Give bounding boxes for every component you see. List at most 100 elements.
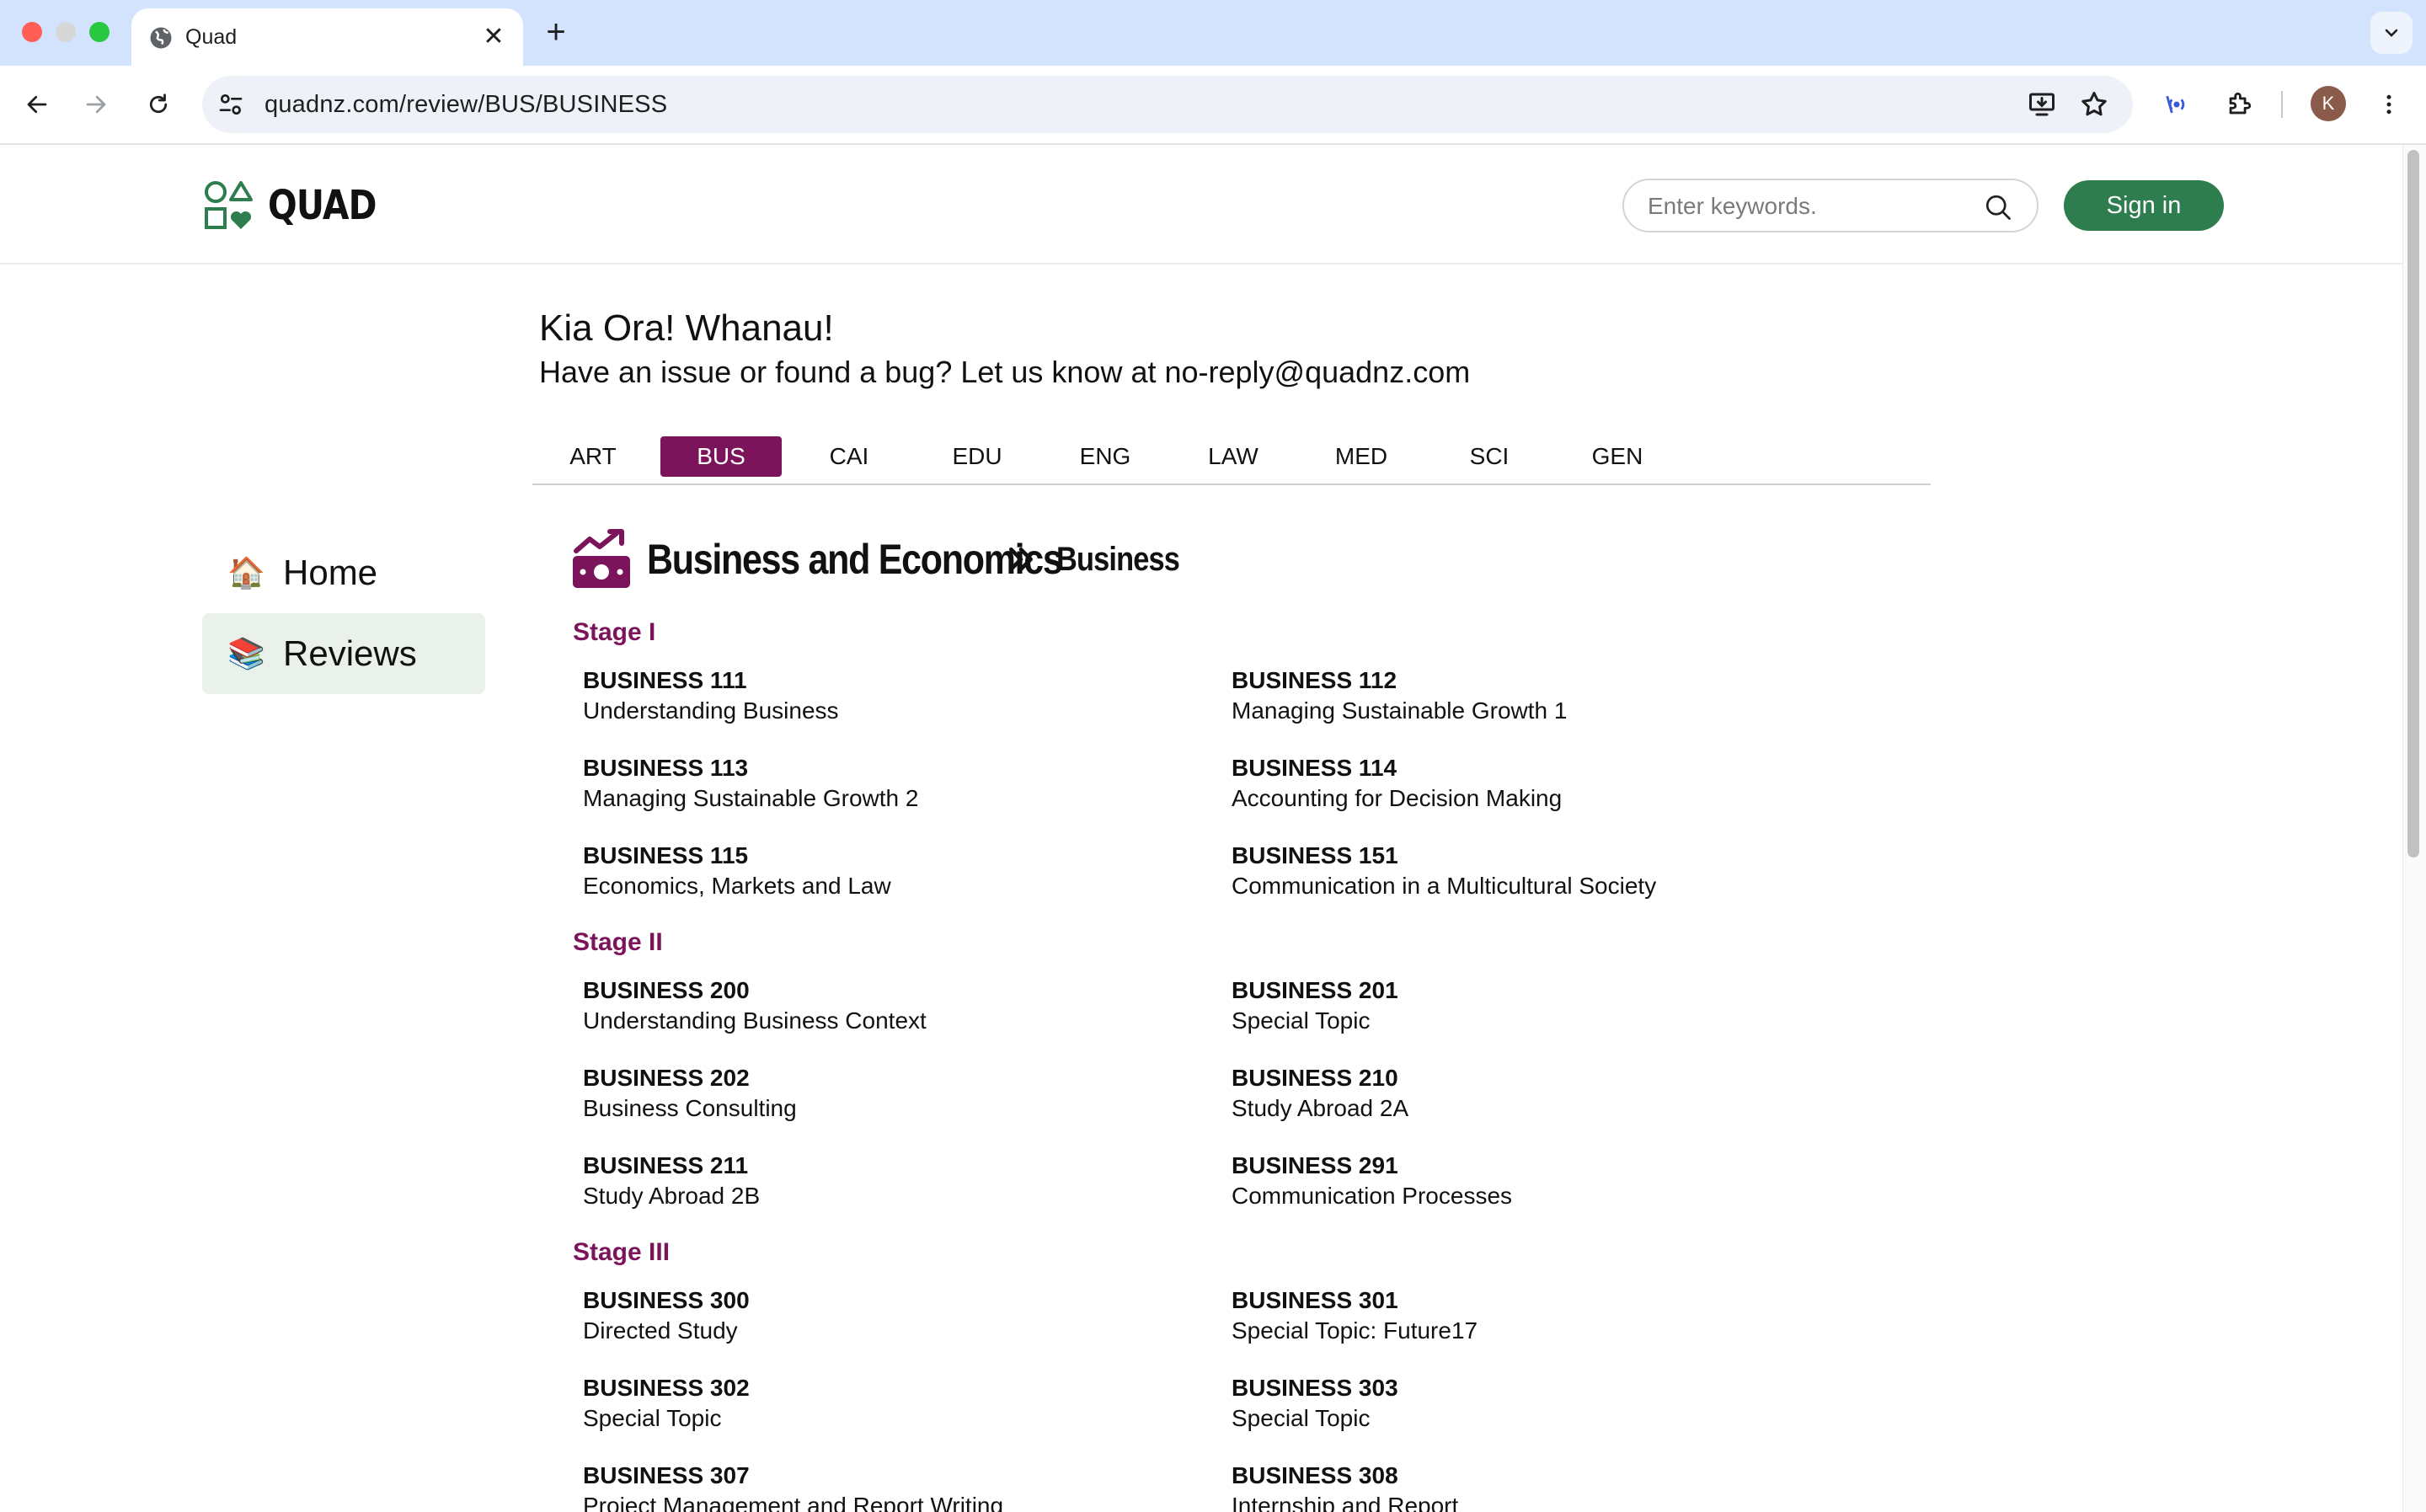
course-name: Business Consulting	[583, 1095, 797, 1121]
course-code: BUSINESS 112	[1232, 667, 1397, 693]
books-icon: 📚	[227, 636, 265, 671]
tab-title: Quad	[185, 25, 238, 49]
sidebar-item-label: Home	[283, 553, 378, 592]
stage-title: Stage II	[573, 928, 663, 956]
course-name: Accounting for Decision Making	[1232, 785, 1563, 811]
tab-law[interactable]: LAW	[1173, 436, 1294, 477]
sidebar-item-home[interactable]: 🏠 Home	[202, 532, 485, 613]
faculty-tabs: ART BUS CAI EDU ENG LAW MED SCI GEN	[532, 436, 1931, 485]
tab-edu[interactable]: EDU	[916, 436, 1038, 477]
scrollbar-thumb[interactable]	[2407, 150, 2419, 858]
course-item[interactable]: BUSINESS 307 Project Management and Repo…	[583, 1461, 1223, 1512]
course-name: Communication Processes	[1232, 1183, 1513, 1209]
course-code: BUSINESS 301	[1232, 1287, 1398, 1313]
site-logo[interactable]: QUAD	[202, 179, 395, 232]
course-item[interactable]: BUSINESS 201 Special Topic	[1232, 975, 1872, 1036]
course-item[interactable]: BUSINESS 302 Special Topic	[583, 1373, 1223, 1434]
course-name: Understanding Business Context	[583, 1007, 927, 1034]
tab-med[interactable]: MED	[1301, 436, 1422, 477]
close-tab-icon[interactable]: ✕	[479, 22, 508, 51]
tab-eng[interactable]: ENG	[1045, 436, 1166, 477]
breadcrumb-faculty[interactable]: Business and Economics	[647, 535, 1063, 584]
reload-icon	[149, 93, 168, 114]
reload-button[interactable]	[138, 84, 179, 125]
window-zoom-button[interactable]	[89, 22, 110, 42]
more-vertical-icon	[2386, 94, 2391, 115]
tab-cai[interactable]: CAI	[788, 436, 910, 477]
sign-in-button[interactable]: Sign in	[2064, 180, 2224, 231]
new-tab-icon[interactable]: +	[539, 13, 573, 51]
browser-toolbar: quadnz.com/review/BUS/BUSINESS K	[0, 66, 2426, 145]
course-name: Special Topic	[1232, 1007, 1371, 1034]
install-app-icon[interactable]	[2027, 89, 2057, 120]
course-code: BUSINESS 114	[1232, 755, 1397, 781]
greeting-subtitle: Have an issue or found a bug? Let us kno…	[539, 355, 1471, 389]
course-item[interactable]: BUSINESS 210 Study Abroad 2A	[1232, 1063, 1872, 1124]
tab-bus[interactable]: BUS	[660, 436, 782, 477]
course-item[interactable]: BUSINESS 112 Managing Sustainable Growth…	[1232, 665, 1872, 726]
course-code: BUSINESS 201	[1232, 977, 1398, 1003]
browser-tab[interactable]: Quad ✕	[131, 8, 523, 66]
window-minimize-button[interactable]	[56, 22, 76, 42]
course-code: BUSINESS 211	[583, 1152, 749, 1178]
sidebar: 🏠 Home 📚 Reviews	[202, 532, 485, 694]
course-code: BUSINESS 200	[583, 977, 750, 1003]
course-item[interactable]: BUSINESS 202 Business Consulting	[583, 1063, 1223, 1124]
site-settings-icon[interactable]	[217, 91, 244, 118]
tab-search-button[interactable]	[2370, 12, 2413, 54]
back-button[interactable]	[17, 84, 57, 125]
profile-avatar[interactable]: K	[2311, 86, 2346, 121]
tab-gen[interactable]: GEN	[1557, 436, 1678, 477]
sidebar-item-label: Reviews	[283, 633, 417, 673]
chevron-down-icon	[2385, 29, 2398, 37]
puzzle-icon	[2229, 92, 2252, 115]
search-input[interactable]	[1648, 190, 1968, 222]
course-code: BUSINESS 291	[1232, 1152, 1398, 1178]
arrow-left-icon	[27, 95, 47, 114]
course-name: Understanding Business	[583, 697, 839, 724]
search-box	[1622, 179, 2039, 232]
course-code: BUSINESS 303	[1232, 1375, 1398, 1401]
url-text: quadnz.com/review/BUS/BUSINESS	[265, 91, 668, 118]
course-item[interactable]: BUSINESS 211 Study Abroad 2B	[583, 1151, 1223, 1211]
course-code: BUSINESS 210	[1232, 1065, 1398, 1091]
logo-text: QUAD	[268, 182, 377, 229]
tab-sci[interactable]: SCI	[1429, 436, 1550, 477]
course-code: BUSINESS 308	[1232, 1462, 1398, 1488]
address-bar[interactable]: quadnz.com/review/BUS/BUSINESS	[202, 76, 2133, 133]
window-close-button[interactable]	[22, 22, 42, 42]
sidebar-item-reviews[interactable]: 📚 Reviews	[202, 613, 485, 694]
browser-tab-strip: Quad ✕ +	[0, 0, 2426, 66]
course-item[interactable]: BUSINESS 151 Communication in a Multicul…	[1232, 841, 1872, 901]
broadcast-extension-icon	[2166, 95, 2185, 114]
greeting: Kia Ora! Whanau! Have an issue or found …	[539, 305, 1470, 393]
extensions-button[interactable]	[2222, 88, 2256, 121]
course-item[interactable]: BUSINESS 113 Managing Sustainable Growth…	[583, 753, 1223, 814]
course-name: Special Topic	[1232, 1405, 1371, 1431]
course-item[interactable]: BUSINESS 115 Economics, Markets and Law	[583, 841, 1223, 901]
house-icon: 🏠	[227, 555, 265, 590]
course-name: Study Abroad 2B	[583, 1183, 761, 1209]
forward-button[interactable]	[76, 84, 116, 125]
extension-icon[interactable]	[2160, 88, 2194, 121]
course-name: Managing Sustainable Growth 1	[1232, 697, 1568, 724]
vertical-scrollbar[interactable]	[2402, 145, 2426, 1512]
course-name: Project Management and Report Writing	[583, 1493, 1004, 1512]
course-code: BUSINESS 307	[583, 1462, 750, 1488]
course-name: Communication in a Multicultural Society	[1232, 873, 1657, 899]
breadcrumb-department: Business	[1056, 540, 1180, 578]
course-item[interactable]: BUSINESS 303 Special Topic	[1232, 1373, 1872, 1434]
course-item[interactable]: BUSINESS 114 Accounting for Decision Mak…	[1232, 753, 1872, 814]
course-code: BUSINESS 113	[583, 755, 749, 781]
course-item[interactable]: BUSINESS 200 Understanding Business Cont…	[583, 975, 1223, 1036]
course-item[interactable]: BUSINESS 300 Directed Study	[583, 1285, 1223, 1346]
browser-menu-button[interactable]	[2372, 88, 2406, 121]
bookmark-star-icon[interactable]	[2079, 89, 2109, 120]
course-item[interactable]: BUSINESS 308 Internship and Report	[1232, 1461, 1872, 1512]
tab-art[interactable]: ART	[532, 436, 654, 477]
search-icon[interactable]	[1983, 192, 2013, 222]
money-growth-icon	[573, 529, 630, 588]
course-item[interactable]: BUSINESS 291 Communication Processes	[1232, 1151, 1872, 1211]
course-item[interactable]: BUSINESS 301 Special Topic: Future17	[1232, 1285, 1872, 1346]
course-item[interactable]: BUSINESS 111 Understanding Business	[583, 665, 1223, 726]
